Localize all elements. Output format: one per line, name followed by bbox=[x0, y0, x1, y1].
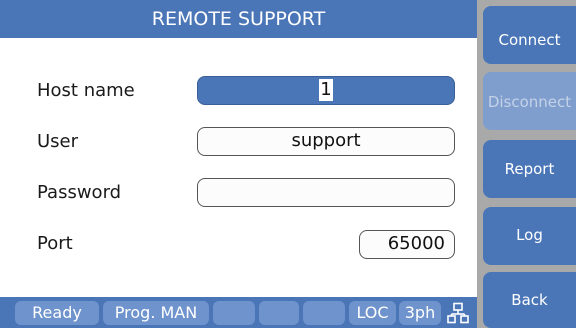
user-label: User bbox=[37, 131, 79, 152]
host-name-value: 1 bbox=[319, 79, 333, 101]
user-field[interactable]: support bbox=[197, 127, 455, 156]
status-phase: 3ph bbox=[399, 301, 441, 325]
status-ready: Ready bbox=[15, 301, 99, 325]
status-slot-3 bbox=[303, 301, 345, 325]
status-slot-1 bbox=[213, 301, 255, 325]
network-icon bbox=[447, 302, 469, 324]
log-button[interactable]: Log bbox=[483, 207, 576, 265]
report-button[interactable]: Report bbox=[483, 140, 576, 198]
password-field[interactable] bbox=[197, 178, 455, 207]
status-slot-2 bbox=[259, 301, 299, 325]
status-program: Prog. MAN bbox=[103, 301, 209, 325]
status-loc: LOC bbox=[349, 301, 396, 325]
port-label: Port bbox=[37, 233, 73, 254]
host-name-field[interactable]: 1 bbox=[197, 76, 455, 105]
back-button[interactable]: Back bbox=[483, 272, 576, 328]
connect-button[interactable]: Connect bbox=[483, 6, 576, 64]
status-bar: Ready Prog. MAN LOC 3ph bbox=[0, 297, 477, 328]
password-label: Password bbox=[37, 182, 122, 203]
port-field[interactable]: 65000 bbox=[359, 230, 455, 259]
main-panel: REMOTE SUPPORT Host name 1 User support … bbox=[0, 0, 477, 328]
host-name-label: Host name bbox=[37, 80, 135, 101]
page-title: REMOTE SUPPORT bbox=[0, 0, 477, 38]
disconnect-button[interactable]: Disconnect bbox=[483, 72, 576, 130]
